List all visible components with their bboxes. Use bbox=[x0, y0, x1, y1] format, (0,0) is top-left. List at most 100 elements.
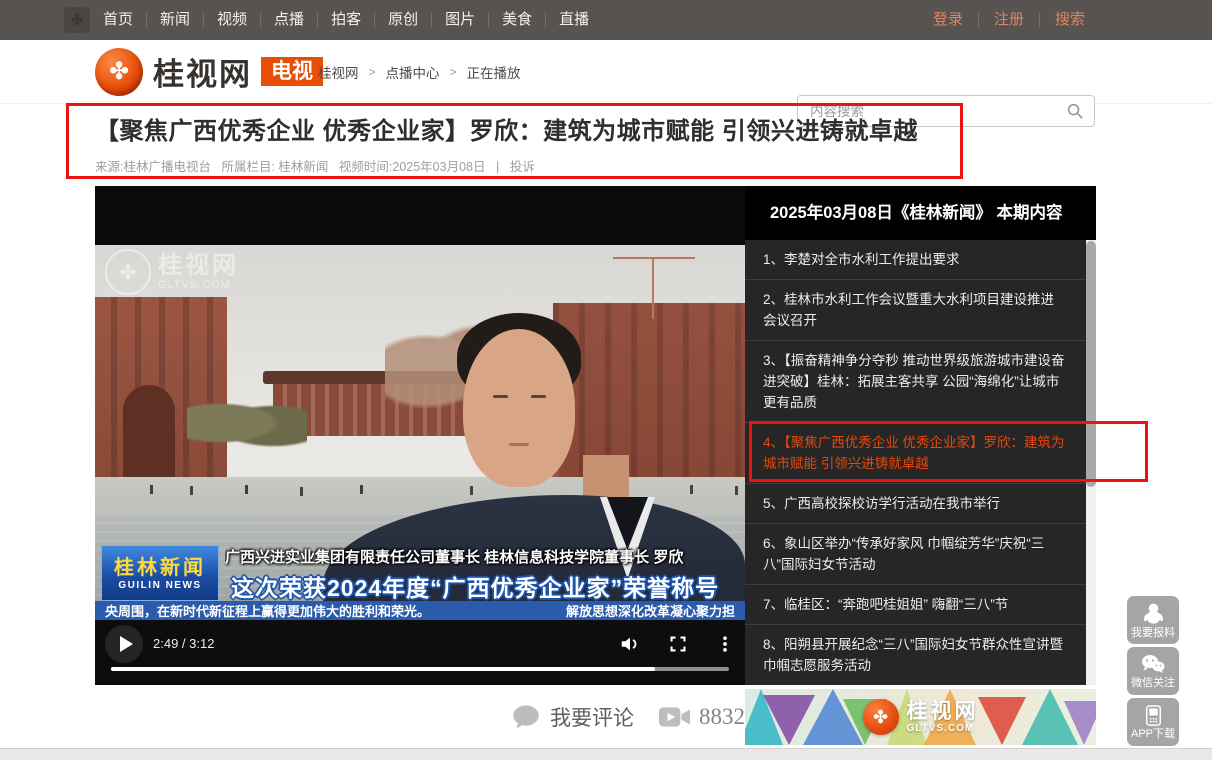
interviewee-eye bbox=[493, 395, 508, 398]
engagement-bar: 我要评论 8832 bbox=[95, 688, 745, 745]
ticker-left-text: 央周围，在新时代新征程上赢得更加伟大的胜利和荣光。 bbox=[105, 601, 430, 620]
site-header: ✤ 桂视网 电视 桂视网 > 点播中心 > 正在播放 bbox=[0, 40, 1212, 104]
report-link[interactable]: 投诉 bbox=[510, 160, 535, 174]
scene-trees-green bbox=[187, 393, 307, 453]
article-meta: 来源:桂林广播电视台 所属栏目: 桂林新闻 视频时间:2025年03月08日 |… bbox=[95, 156, 535, 175]
playlist-item-7[interactable]: 7、临桂区：“奔跑吧桂姐姐” 嗨翻“三八”节 bbox=[745, 585, 1086, 625]
interviewee-eye bbox=[531, 395, 546, 398]
badge-subtitle: GUILIN NEWS bbox=[118, 580, 201, 591]
logo-text: 桂视网 bbox=[153, 49, 252, 94]
nav-item-news[interactable]: 新闻 bbox=[146, 12, 203, 28]
playlist-item-1[interactable]: 1、李楚对全市水利工作提出要求 bbox=[745, 240, 1086, 280]
meta-video-date: 视频时间:2025年03月08日 bbox=[339, 160, 486, 174]
interviewee-mouth bbox=[509, 443, 529, 446]
search-link[interactable]: 搜索 bbox=[1039, 12, 1100, 28]
interviewee-head bbox=[463, 329, 575, 487]
ad-station-logo: ✤ 桂视网 GLTVS.COM bbox=[863, 699, 979, 735]
play-icon bbox=[120, 636, 133, 652]
nav-item-pictures[interactable]: 图片 bbox=[431, 12, 488, 28]
nav-item-original[interactable]: 原创 bbox=[374, 12, 431, 28]
login-link[interactable]: 登录 bbox=[918, 12, 978, 28]
progress-bar[interactable] bbox=[111, 667, 729, 671]
playlist-scrollbar-thumb[interactable] bbox=[1086, 241, 1096, 487]
view-count: 8832 bbox=[699, 704, 745, 730]
wechat-follow-button[interactable]: 微信关注 bbox=[1127, 647, 1179, 695]
breadcrumb-home[interactable]: 桂视网 bbox=[318, 62, 359, 82]
site-logo[interactable]: ✤ 桂视网 电视 bbox=[95, 40, 323, 103]
top-navigation-bar: ✤ 首页 新闻 视频 点播 拍客 原创 图片 美食 直播 登录 注册 搜索 bbox=[0, 0, 1212, 40]
scene-crane-arm bbox=[613, 257, 695, 259]
volume-icon[interactable] bbox=[619, 633, 641, 655]
ad-banner[interactable]: ✤ 桂视网 GLTVS.COM bbox=[745, 689, 1096, 745]
comment-label: 我要评论 bbox=[550, 702, 634, 732]
comment-bubble-icon bbox=[511, 703, 541, 731]
search-icon[interactable] bbox=[1066, 102, 1084, 120]
nav-logo-icon: ✤ bbox=[64, 7, 90, 33]
nav-item-vod[interactable]: 点播 bbox=[260, 12, 317, 28]
wechat-icon bbox=[1140, 653, 1166, 675]
progress-filled bbox=[111, 667, 655, 671]
scene-pedestrians bbox=[150, 485, 153, 494]
meta-source: 来源:桂林广播电视台 bbox=[95, 160, 211, 174]
breadcrumb: 桂视网 > 点播中心 > 正在播放 bbox=[318, 40, 521, 103]
ad-triangle bbox=[978, 697, 1026, 745]
nav-item-paike[interactable]: 拍客 bbox=[317, 12, 374, 28]
fullscreen-icon[interactable] bbox=[668, 634, 688, 654]
watermark-text: 桂视网 bbox=[158, 253, 239, 279]
app-download-button[interactable]: APP下载 bbox=[1127, 698, 1179, 746]
meta-column: 所属栏目: 桂林新闻 bbox=[221, 160, 328, 174]
nav-item-live[interactable]: 直播 bbox=[545, 12, 602, 28]
nav-item-home[interactable]: 首页 bbox=[90, 12, 146, 28]
nav-item-food[interactable]: 美食 bbox=[488, 12, 545, 28]
qq-icon bbox=[1142, 601, 1165, 625]
caption-subtitle: 这次荣获2024年度“广西优秀企业家”荣誉称号 bbox=[231, 569, 719, 603]
breadcrumb-separator: > bbox=[369, 65, 376, 79]
playlist-item-3[interactable]: 3、【振奋精神争分夺秒 推动世界级旅游城市建设奋进突破】桂林：拓展主客共享 公园… bbox=[745, 341, 1086, 423]
play-button[interactable] bbox=[105, 625, 143, 663]
playlist-header: 2025年03月08日《桂林新闻》 本期内容 bbox=[745, 186, 1096, 240]
playlist-item-6[interactable]: 6、象山区举办“传承好家风 巾帼绽芳华”庆祝“三八”国际妇女节活动 bbox=[745, 524, 1086, 585]
playlist-item-5[interactable]: 5、广西高校探校访学行活动在我市举行 bbox=[745, 484, 1086, 524]
breadcrumb-separator: > bbox=[450, 65, 457, 79]
station-watermark: ✤ 桂视网 GLTVS.COM bbox=[105, 249, 239, 295]
phone-icon bbox=[1146, 705, 1161, 726]
auth-links: 登录 注册 搜索 bbox=[918, 0, 1100, 40]
comment-button[interactable]: 我要评论 bbox=[511, 702, 634, 732]
time-display: 2:49 / 3:12 bbox=[153, 636, 214, 651]
playlist-item-2[interactable]: 2、桂林市水利工作会议暨重大水利项目建设推进会议召开 bbox=[745, 280, 1086, 341]
float-button-label: 我要报料 bbox=[1131, 627, 1175, 639]
ad-triangle bbox=[1064, 701, 1096, 745]
video-player[interactable]: ✤ 桂视网 GLTVS.COM 桂林新闻 GUILIN NEWS 广西兴进实业集… bbox=[95, 186, 745, 685]
playlist-scrollbar-track[interactable] bbox=[1086, 240, 1096, 685]
playlist-item-4[interactable]: 4、【聚焦广西优秀企业 优秀企业家】罗欣：建筑为城市赋能 引领兴进铸就卓越 bbox=[745, 423, 1086, 484]
player-controls: 2:49 / 3:12 bbox=[95, 620, 745, 685]
episode-playlist: 2025年03月08日《桂林新闻》 本期内容 1、李楚对全市水利工作提出要求 2… bbox=[745, 186, 1096, 685]
ticker-right-text: 解放思想深化改革凝心聚力担 bbox=[566, 601, 735, 620]
page-title: 【聚焦广西优秀企业 优秀企业家】罗欣：建筑为城市赋能 引领兴进铸就卓越 bbox=[95, 111, 918, 146]
news-ticker: 央周围，在新时代新征程上赢得更加伟大的胜利和荣光。 解放思想深化改革凝心聚力担 bbox=[95, 601, 745, 620]
ad-logo-text: 桂视网 bbox=[907, 701, 979, 722]
news-program-badge: 桂林新闻 GUILIN NEWS bbox=[101, 545, 219, 601]
scene-crane bbox=[652, 257, 654, 319]
register-link[interactable]: 注册 bbox=[978, 12, 1039, 28]
playlist-item-8[interactable]: 8、阳朔县开展纪念“三八”国际妇女节群众性宣讲暨巾帼志愿服务活动 bbox=[745, 625, 1086, 685]
logo-channel-badge: 电视 bbox=[261, 57, 323, 86]
floating-toolbar: 我要报料 微信关注 APP下载 bbox=[1127, 596, 1179, 746]
breadcrumb-vod-center[interactable]: 点播中心 bbox=[386, 62, 440, 82]
footer-strip bbox=[0, 748, 1212, 760]
scene-arch bbox=[123, 385, 175, 483]
ad-logo-url: GLTVS.COM bbox=[907, 724, 979, 734]
video-camera-icon bbox=[659, 706, 691, 728]
ad-globe-icon: ✤ bbox=[863, 699, 899, 735]
watermark-globe-icon: ✤ bbox=[105, 249, 151, 295]
float-button-label: APP下载 bbox=[1131, 728, 1175, 740]
float-button-label: 微信关注 bbox=[1131, 677, 1175, 689]
view-counter: 8832 bbox=[659, 704, 745, 730]
caption-speaker-name: 广西兴进实业集团有限责任公司董事长 桂林信息科技学院董事长 罗欣 bbox=[225, 546, 743, 567]
badge-title: 桂林新闻 bbox=[114, 556, 206, 580]
meta-divider: | bbox=[496, 160, 499, 174]
more-options-icon[interactable] bbox=[715, 634, 735, 654]
nav-item-video[interactable]: 视频 bbox=[203, 12, 260, 28]
scene-building-right bbox=[553, 303, 745, 483]
report-news-button[interactable]: 我要报料 bbox=[1127, 596, 1179, 644]
